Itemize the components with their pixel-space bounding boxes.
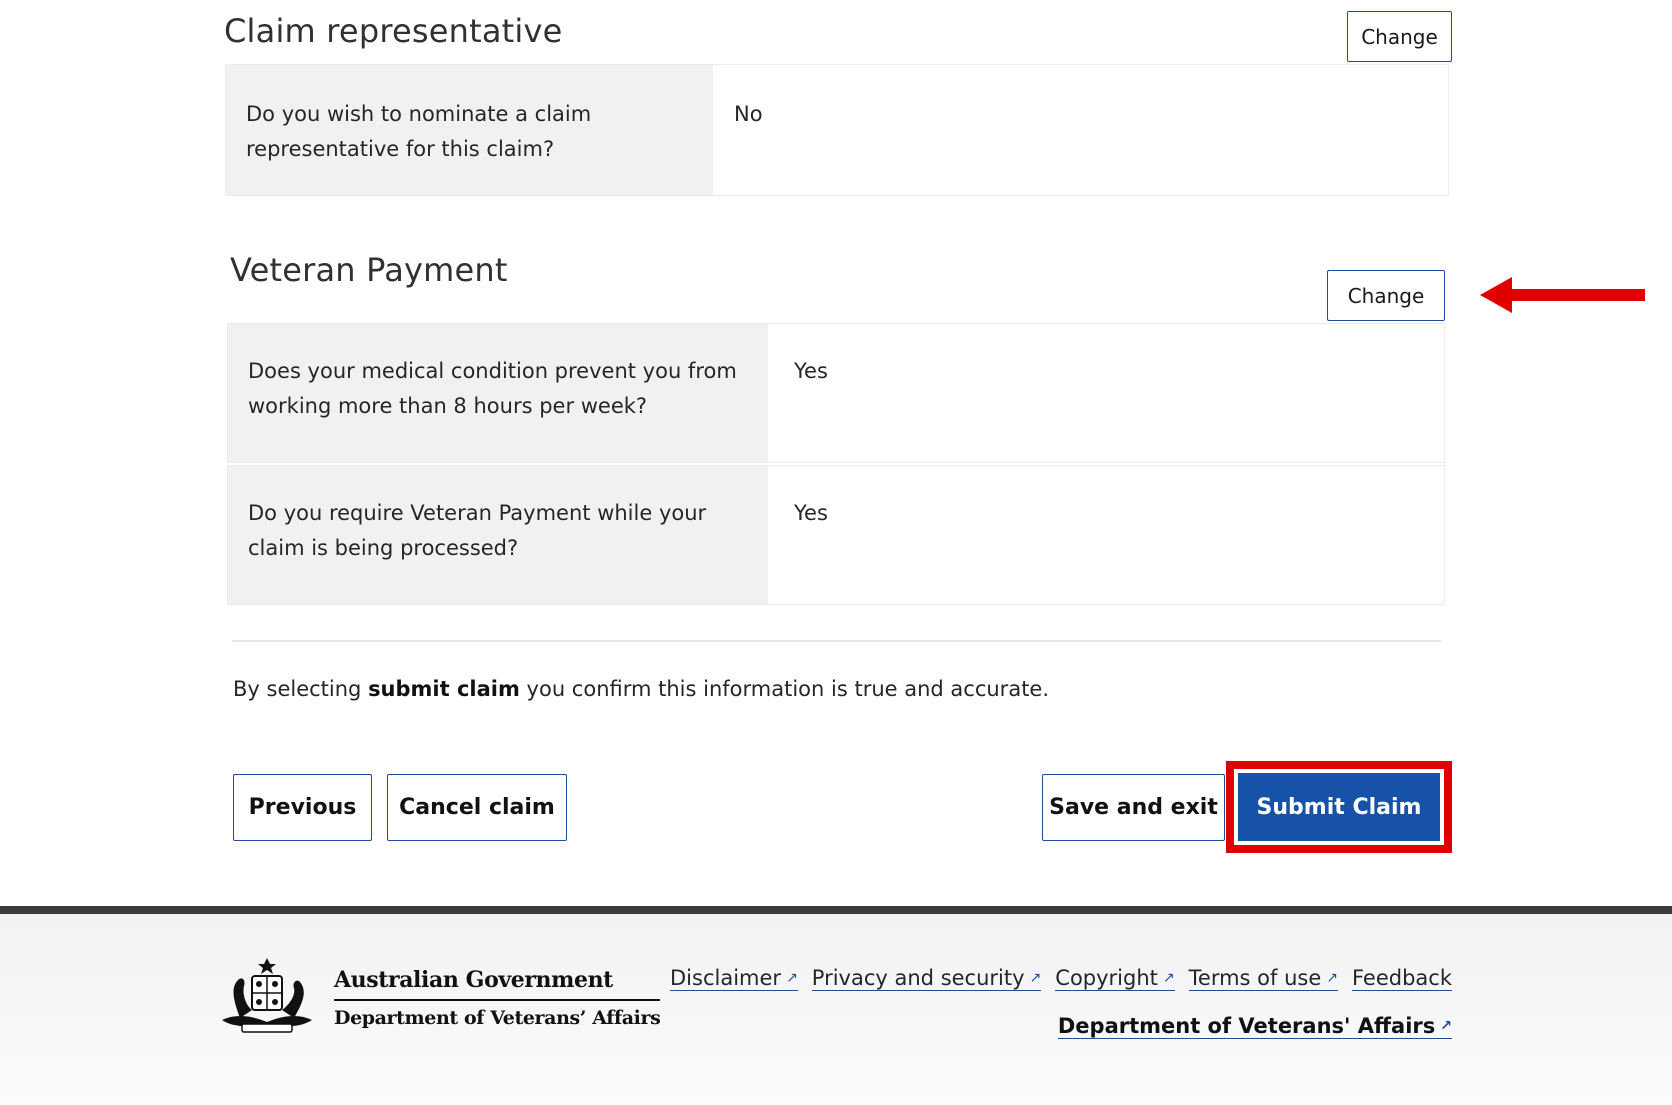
government-logo[interactable]: Australian Government Department of Vete…: [212, 958, 661, 1038]
external-link-icon: ↗: [1440, 1018, 1452, 1034]
link-label: Disclaimer: [670, 966, 782, 990]
cancel-claim-button[interactable]: Cancel claim: [387, 774, 567, 841]
external-link-icon: ↗: [1326, 970, 1338, 986]
footer-link-terms[interactable]: Terms of use ↗: [1188, 966, 1338, 991]
row-question: Does your medical condition prevent you …: [228, 324, 768, 462]
claim-rep-change-button[interactable]: Change: [1347, 11, 1452, 62]
row-answer: Yes: [768, 466, 1444, 604]
table-row: Do you require Veteran Payment while you…: [227, 465, 1445, 605]
claim-rep-title: Claim representative: [224, 12, 563, 50]
footer-link-feedback[interactable]: Feedback: [1351, 966, 1452, 991]
confirm-suffix: you confirm this information is true and…: [519, 677, 1050, 701]
row-answer: Yes: [768, 324, 1444, 462]
veteran-payment-title: Veteran Payment: [230, 251, 508, 289]
table-row: Does your medical condition prevent you …: [227, 323, 1445, 463]
claim-rep-row: Do you wish to nominate a claim represen…: [225, 64, 1449, 196]
confirm-text: By selecting submit claim you confirm th…: [233, 677, 1049, 701]
link-label: Department of Veterans' Affairs: [1057, 1014, 1436, 1038]
row-answer: No: [713, 65, 1448, 195]
confirm-prefix: By selecting: [233, 677, 369, 701]
external-link-icon: ↗: [1029, 970, 1042, 986]
logo-text: Australian Government Department of Vete…: [334, 967, 661, 1029]
previous-button[interactable]: Previous: [233, 774, 372, 841]
veteran-payment-change-button[interactable]: Change: [1327, 270, 1445, 321]
logo-line-2: Department of Veterans’ Affairs: [334, 1007, 661, 1029]
row-question: Do you wish to nominate a claim represen…: [226, 65, 713, 195]
link-label: Feedback: [1351, 966, 1452, 990]
row-question: Do you require Veteran Payment while you…: [228, 466, 768, 604]
external-link-icon: ↗: [1162, 970, 1175, 986]
footer-links: Disclaimer ↗ Privacy and security ↗ Copyri…: [670, 966, 1452, 991]
footer-link-copyright[interactable]: Copyright ↗: [1055, 966, 1175, 991]
save-and-exit-button[interactable]: Save and exit: [1042, 774, 1225, 841]
divider: [232, 640, 1441, 642]
coat-of-arms-icon: [222, 958, 312, 1033]
link-label: Copyright: [1055, 966, 1158, 990]
footer-link-dva[interactable]: Department of Veterans' Affairs ↗: [1057, 1014, 1452, 1039]
external-link-icon: ↗: [786, 970, 798, 986]
link-label: Privacy and security: [811, 966, 1025, 990]
link-label: Terms of use: [1188, 966, 1322, 990]
annotation-arrow-icon: [1480, 277, 1645, 313]
logo-line-1: Australian Government: [334, 967, 661, 1001]
footer-link-disclaimer[interactable]: Disclaimer ↗: [670, 966, 798, 991]
submit-claim-button[interactable]: Submit Claim: [1238, 773, 1440, 841]
footer-link-privacy[interactable]: Privacy and security ↗: [811, 966, 1042, 991]
submit-highlight: Submit Claim: [1226, 761, 1452, 853]
confirm-bold: submit claim: [368, 677, 520, 701]
footer-top-bar: [0, 906, 1672, 914]
